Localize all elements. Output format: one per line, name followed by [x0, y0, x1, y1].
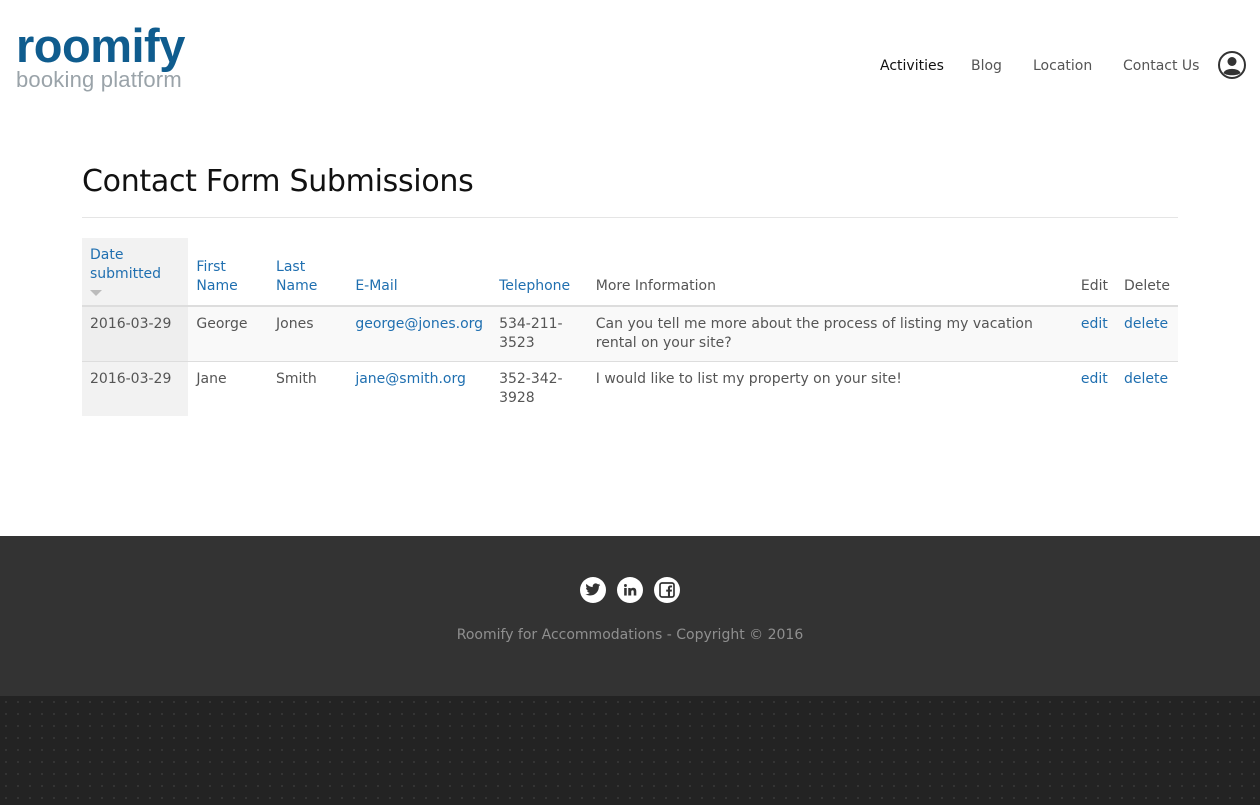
cell-last-name: Jones — [268, 306, 348, 362]
column-header-more-info: More Information — [587, 238, 1073, 307]
table-header-row: Date submitted First Name Last Name E-Ma… — [82, 238, 1178, 307]
cell-delete: delete — [1116, 362, 1178, 417]
submissions-table: Date submitted First Name Last Name E-Ma… — [82, 238, 1178, 416]
cell-more-info: I would like to list my property on your… — [595, 371, 902, 387]
cell-date: 2016-03-29 — [82, 361, 189, 416]
column-header-date-label: Date submitted — [90, 247, 162, 282]
cell-telephone: 534-211-3523 — [491, 306, 588, 362]
twitter-icon[interactable] — [580, 577, 606, 603]
delete-link[interactable]: delete — [1124, 371, 1168, 387]
column-header-first-name[interactable]: First Name — [188, 238, 269, 307]
sort-desc-icon — [90, 290, 102, 296]
edit-link[interactable]: edit — [1081, 316, 1108, 332]
nav-item-contact-us[interactable]: Contact Us — [1123, 58, 1199, 74]
main-nav: Activities Blog Location Contact Us — [0, 52, 1260, 82]
column-header-date[interactable]: Date submitted — [82, 238, 189, 307]
site-header: roomify booking platform Activities Blog… — [0, 0, 1260, 120]
social-links — [0, 577, 1260, 603]
table-row: 2016-03-29 George Jones george@jones.org… — [82, 306, 1178, 362]
column-header-telephone[interactable]: Telephone — [491, 238, 588, 307]
email-link[interactable]: george@jones.org — [355, 316, 483, 332]
column-header-email[interactable]: E-Mail — [347, 238, 492, 307]
nav-item-activities[interactable]: Activities — [880, 58, 944, 74]
delete-link[interactable]: delete — [1124, 316, 1168, 332]
nav-item-blog[interactable]: Blog — [971, 58, 1002, 74]
cell-email: jane@smith.org — [347, 362, 491, 417]
title-divider — [82, 217, 1178, 218]
cell-first-name: George — [188, 306, 269, 362]
cell-email: george@jones.org — [347, 306, 492, 362]
cell-last-name: Smith — [276, 371, 317, 387]
user-circle-icon[interactable] — [1217, 50, 1247, 80]
facebook-icon[interactable] — [654, 577, 680, 603]
copyright-text: Roomify for Accommodations - Copyright ©… — [456, 627, 804, 643]
cell-delete: delete — [1115, 306, 1178, 362]
cell-first-name: Jane — [196, 371, 227, 387]
cell-telephone: 352-342-3928 — [499, 371, 563, 406]
table-row: 2016-03-29 Jane Smith jane@smith.org 352… — [82, 361, 1178, 417]
page-title: Contact Form Submissions — [82, 164, 474, 199]
subfooter-pattern — [0, 696, 1260, 805]
column-header-delete: Delete — [1115, 238, 1178, 307]
cell-date: 2016-03-29 — [82, 306, 189, 362]
cell-edit: edit — [1072, 306, 1116, 362]
nav-item-location[interactable]: Location — [1033, 58, 1092, 74]
site-footer — [0, 536, 1260, 696]
edit-link[interactable]: edit — [1081, 371, 1108, 387]
column-header-edit: Edit — [1072, 238, 1116, 307]
email-link[interactable]: jane@smith.org — [355, 371, 466, 387]
cell-more-info: Can you tell me more about the process o… — [587, 306, 1073, 362]
linkedin-icon[interactable] — [617, 577, 643, 603]
cell-edit: edit — [1073, 362, 1116, 417]
column-header-last-name[interactable]: Last Name — [268, 238, 348, 307]
